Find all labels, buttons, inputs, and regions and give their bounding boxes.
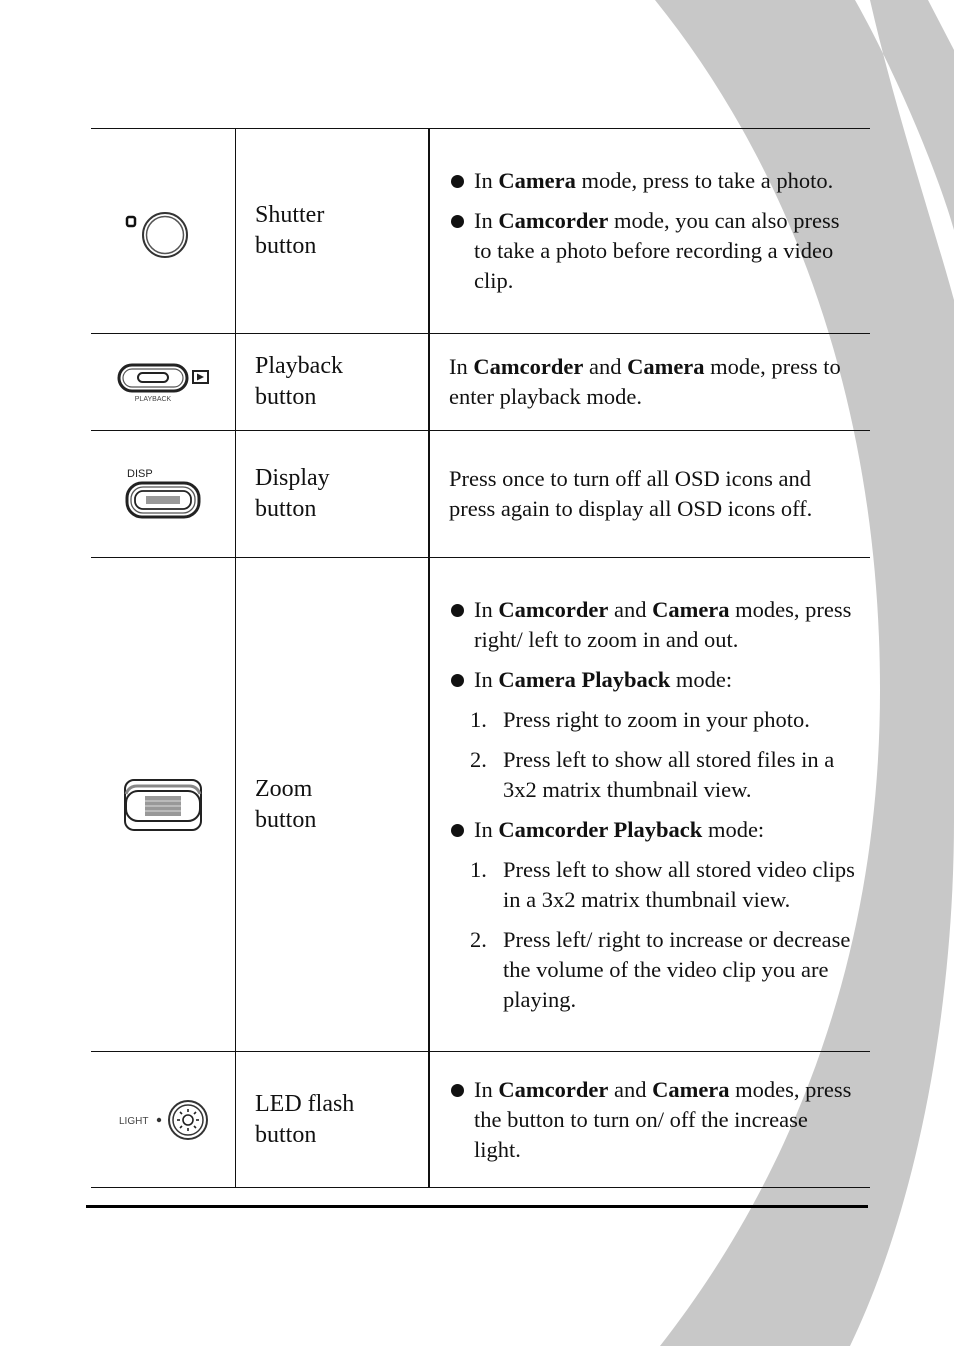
bullet-item: In Camcorder Playback mode: (449, 815, 860, 845)
button-name: Shutter button (255, 202, 325, 259)
play-icon (197, 373, 204, 381)
button-name-cell: LED flash button (235, 1051, 430, 1188)
button-name: Playback button (255, 353, 343, 410)
numbered-item: 2. Press left/ right to increase or decre… (470, 926, 851, 1012)
button-name-cell: Shutter button (235, 128, 430, 334)
description-cell: In Camcorder and Camera modes, press rig… (429, 558, 870, 1052)
bullet-item: In Camcorder mode, you can also press to… (449, 206, 860, 296)
icon-cell (91, 128, 236, 334)
shutter-button-icon (125, 212, 188, 258)
numbered-item: 1. Press right to zoom in your photo. (470, 706, 810, 732)
bullet-item: In Camera mode, press to take a photo. (449, 166, 860, 196)
led-flash-button-icon: LIGHT (119, 1099, 208, 1140)
table-row: DISP Display button Press once to turn of… (91, 430, 870, 558)
zoom-button-icon (124, 778, 202, 831)
icon-cell: DISP (91, 430, 236, 558)
button-name: LED flash button (255, 1090, 355, 1148)
description-cell: In Camera mode, press to take a photo. I… (429, 129, 870, 334)
description-text: Press once to turn off all OSD icons and… (449, 466, 813, 521)
numbered-item: 1. Press left to show all stored video cl… (470, 856, 855, 912)
table-row: Zoom button In Camcorder and Camera modes… (91, 557, 870, 1052)
button-reference-table: Shutter button In Camera mode, press to t… (91, 128, 870, 1188)
table-row: Shutter button In Camera mode, press to t… (91, 128, 870, 334)
description-cell: Press once to turn off all OSD icons and… (429, 431, 870, 558)
button-name-cell: Playback button (235, 333, 430, 431)
description-text: In Camcorder and Camera mode, press to e… (449, 354, 841, 409)
table-row: LIGHT LED flash button In Camcorder and … (91, 1051, 870, 1188)
footer-rule (86, 1205, 868, 1208)
bullet-item: In Camcorder and Camera modes, press the… (449, 1075, 860, 1165)
description-cell: In Camcorder and Camera modes, press the… (429, 1052, 870, 1188)
bullet-item: In Camera Playback mode: (449, 665, 860, 695)
svg-text:DISP: DISP (127, 468, 153, 480)
button-name: Display button (255, 465, 330, 522)
icon-cell (91, 557, 236, 1052)
icon-cell: LIGHT (91, 1051, 236, 1188)
button-name-cell: Display button (235, 430, 430, 558)
display-button-icon: DISP (125, 468, 201, 519)
button-name: Zoom button (255, 775, 317, 833)
svg-text:PLAYBACK: PLAYBACK (135, 396, 172, 403)
table-row: PLAYBACK Playback button In Camcorder and… (91, 333, 870, 431)
numbered-item: 2. Press left to show all stored files in… (470, 746, 835, 802)
light-bulb-icon (177, 1108, 199, 1131)
bullet-item: In Camcorder and Camera modes, press rig… (449, 595, 860, 655)
svg-text:LIGHT: LIGHT (119, 1116, 148, 1127)
icon-cell: PLAYBACK (91, 333, 236, 431)
description-cell: In Camcorder and Camera mode, press to e… (429, 334, 870, 431)
button-name-cell: Zoom button (235, 557, 430, 1052)
playback-button-icon: PLAYBACK (117, 363, 209, 403)
